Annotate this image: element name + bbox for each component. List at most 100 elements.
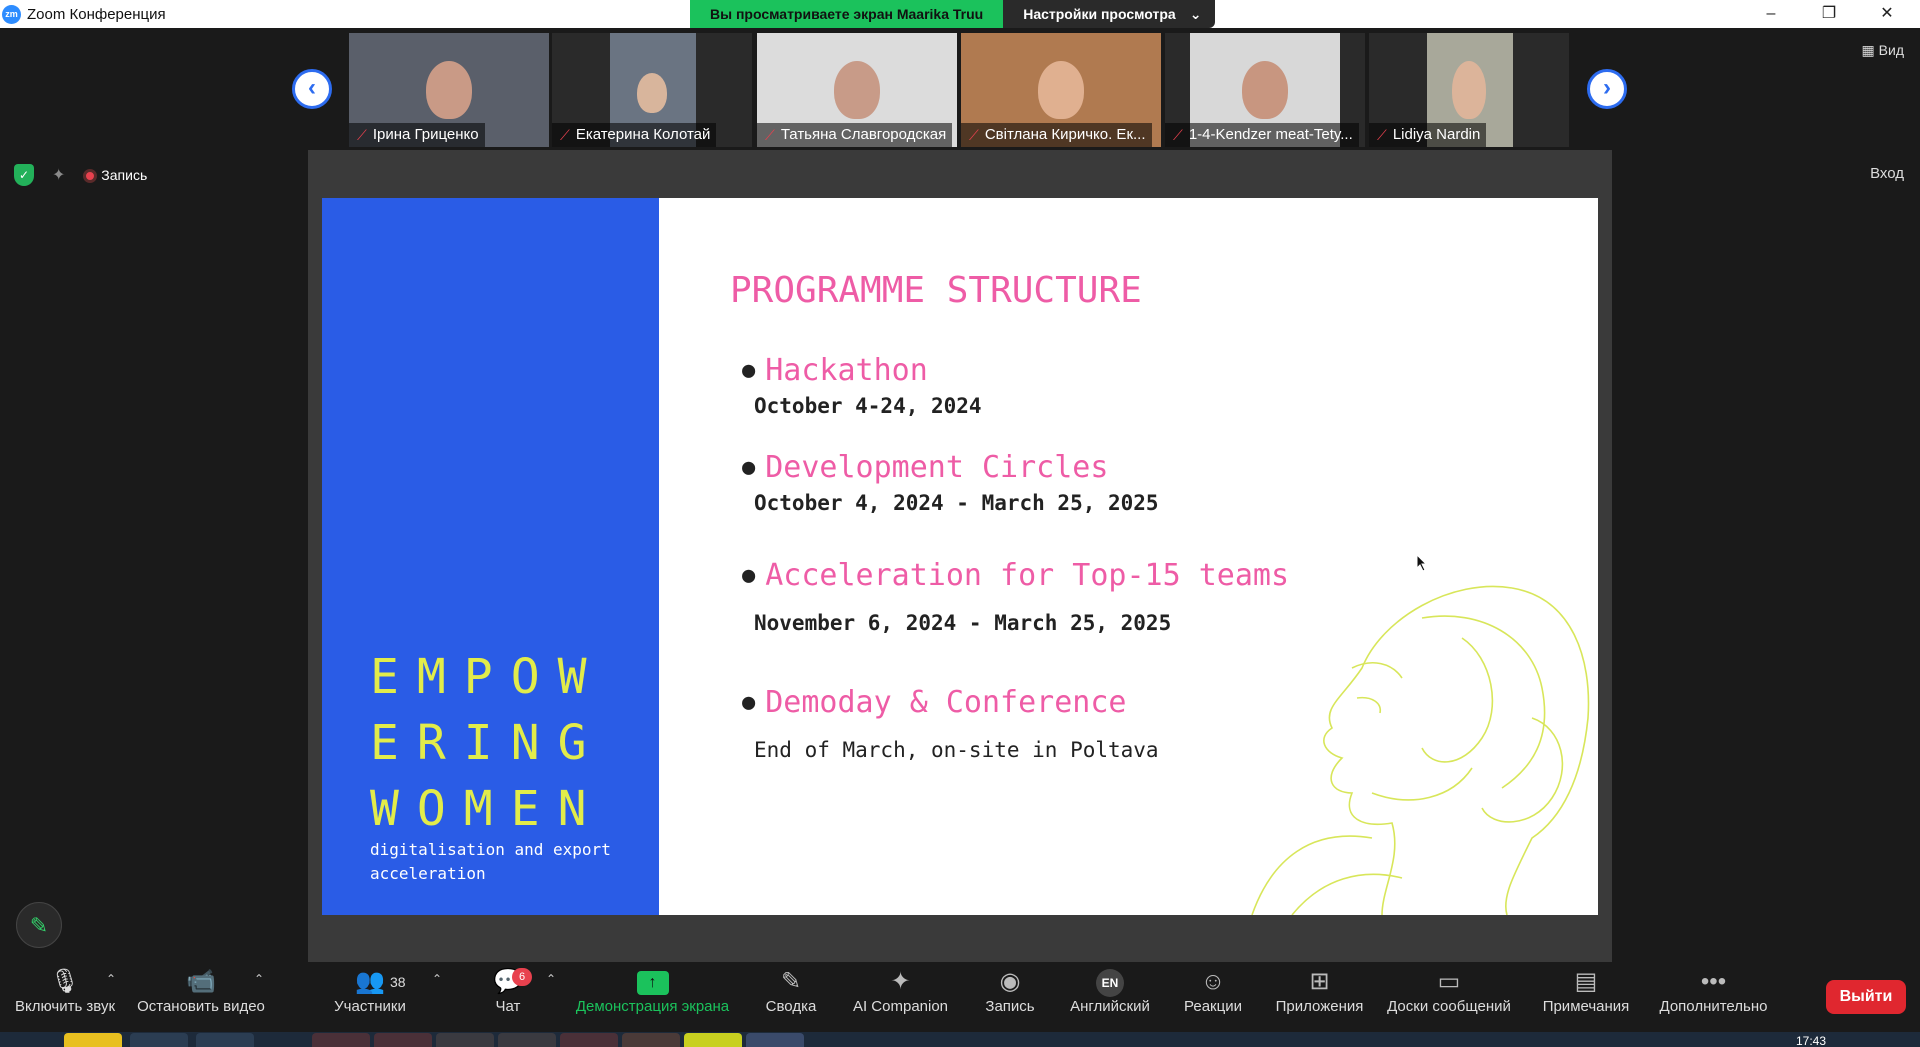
interpretation-language-button[interactable]: EN Английский: [1065, 962, 1155, 1032]
summary-button[interactable]: ✎ Сводка: [756, 962, 826, 1032]
view-options-button[interactable]: Настройки просмотра ⌄: [1003, 0, 1216, 28]
annotate-pen-button[interactable]: ✎: [16, 902, 62, 948]
smile-icon: ☺: [1200, 968, 1226, 995]
mic-muted-icon: ⟋: [765, 127, 775, 143]
record-dot-icon: [83, 169, 98, 184]
programme-item: ● Development Circles October 4, 2024 - M…: [742, 450, 1159, 515]
taskbar-app-icon[interactable]: [498, 1033, 556, 1047]
participant-tile[interactable]: ⟋ 1-4-Kendzer meat-Tety...: [1165, 33, 1365, 147]
enter-button[interactable]: Вход: [1870, 165, 1904, 182]
language-en-icon: EN: [1096, 968, 1124, 997]
record-button[interactable]: ◉ Запись: [975, 962, 1045, 1032]
participant-name: ⟋ Екатерина Колотай: [552, 123, 717, 147]
chevron-up-icon[interactable]: ⌃: [432, 972, 442, 986]
participant-name: ⟋ Lidiya Nardin: [1369, 123, 1487, 147]
grid-icon: ▦: [1861, 42, 1875, 58]
share-screen-icon: ↑: [636, 970, 669, 995]
taskbar-clock[interactable]: 17:43: [1796, 1034, 1826, 1047]
taskbar-app-icon[interactable]: [196, 1033, 254, 1047]
bullet-icon: ●: [742, 455, 756, 480]
programme-date: October 4-24, 2024: [754, 394, 982, 418]
taskbar-app-icon[interactable]: [622, 1033, 680, 1047]
share-banner: Вы просматриваете экран Maarika Truu Нас…: [690, 0, 1216, 28]
presentation-slide: EMPOW ERING WOMEN digitalisation and exp…: [322, 198, 1598, 915]
mic-muted-icon: ⟋: [1173, 127, 1183, 143]
programme-item: ● Demoday & Conference End of March, on-s…: [742, 685, 1159, 762]
participant-tile[interactable]: ⟋ Екатерина Колотай: [552, 33, 752, 147]
programme-item: ● Hackathon October 4-24, 2024: [742, 353, 982, 418]
reactions-button[interactable]: ☺ Реакции: [1178, 962, 1248, 1032]
title-bar: zm Zoom Конференция Вы просматриваете эк…: [0, 0, 1920, 28]
view-options-label: Настройки просмотра: [1023, 6, 1176, 22]
viewing-screen-label: Вы просматриваете экран Maarika Truu: [690, 0, 1004, 28]
zoom-window: zm Zoom Конференция Вы просматриваете эк…: [0, 0, 1920, 1047]
taskbar-app-icon[interactable]: [64, 1033, 122, 1047]
meeting-status-bar: ✓ ✦ Запись: [14, 164, 147, 186]
participant-name: ⟋ Світлана Киричко. Ек...: [961, 123, 1152, 147]
taskbar-app-icon[interactable]: [746, 1033, 804, 1047]
chevron-down-icon: ⌄: [1189, 6, 1202, 22]
participant-tile[interactable]: ⟋ Світлана Киричко. Ек...: [961, 33, 1161, 147]
notes-button[interactable]: ▤ Примечания: [1540, 962, 1632, 1032]
restore-button[interactable]: ❐: [1800, 0, 1858, 28]
chat-unread-badge: 6: [512, 968, 532, 986]
chevron-up-icon[interactable]: ⌃: [546, 972, 556, 986]
window-title: Zoom Конференция: [27, 6, 166, 23]
chevron-up-icon[interactable]: ⌃: [254, 972, 264, 986]
programme-date: October 4, 2024 - March 25, 2025: [754, 491, 1159, 515]
taskbar-app-icon[interactable]: [436, 1033, 494, 1047]
view-button[interactable]: ▦ Вид: [1862, 42, 1904, 59]
notes-icon: ▤: [1574, 968, 1598, 995]
os-taskbar: [0, 1032, 1920, 1047]
chevron-up-icon[interactable]: ⌃: [106, 972, 116, 986]
slide-title: PROGRAMME STRUCTURE: [730, 270, 1142, 311]
minimize-button[interactable]: –: [1742, 0, 1800, 28]
participant-tile[interactable]: ⟋ Ірина Гриценко: [349, 33, 549, 147]
ai-sparkle-icon: ✦: [890, 968, 911, 995]
more-button[interactable]: ••• Дополнительно: [1656, 962, 1771, 1032]
gallery-prev-button[interactable]: ‹: [292, 69, 332, 109]
stop-video-button[interactable]: 📹 Остановить видео ⌃: [136, 962, 266, 1032]
mic-off-icon: 🎙: [49, 968, 81, 995]
mic-muted-icon: ⟋: [560, 127, 570, 143]
woman-line-art: [1251, 585, 1590, 915]
participant-name: ⟋ 1-4-Kendzer meat-Tety...: [1165, 123, 1359, 147]
share-screen-button[interactable]: ↑ Демонстрация экрана: [570, 962, 735, 1032]
programme-date: November 6, 2024 - March 25, 2025: [754, 611, 1172, 635]
recording-indicator[interactable]: Запись: [83, 167, 147, 184]
close-button[interactable]: ✕: [1858, 0, 1916, 28]
taskbar-app-icon[interactable]: [312, 1033, 370, 1047]
taskbar-app-icon[interactable]: [130, 1033, 188, 1047]
more-dots-icon: •••: [1700, 968, 1727, 995]
whiteboard-icon: ▭: [1437, 968, 1461, 995]
participant-tile[interactable]: ⟋ Lidiya Nardin: [1369, 33, 1569, 147]
bullet-icon: ●: [742, 358, 756, 383]
programme-date: End of March, on-site in Poltava: [754, 738, 1159, 762]
participant-count: 38: [390, 974, 406, 990]
apps-button[interactable]: ⊞ Приложения: [1272, 962, 1367, 1032]
chat-button[interactable]: 💬 Чат 6 ⌃: [478, 962, 556, 1032]
unmute-button[interactable]: 🎙 Включить звук ⌃: [10, 962, 120, 1032]
ai-companion-button[interactable]: ✦ AI Companion: [848, 962, 953, 1032]
brand-panel: EMPOW ERING WOMEN digitalisation and exp…: [322, 198, 659, 915]
mic-muted-icon: ⟋: [1377, 127, 1387, 143]
taskbar-app-icon[interactable]: [374, 1033, 432, 1047]
meeting-toolbar: 🎙 Включить звук ⌃ 📹 Остановить видео ⌃ 👥…: [0, 962, 1920, 1032]
record-icon: ◉: [999, 968, 1021, 995]
taskbar-app-icon[interactable]: [560, 1033, 618, 1047]
participant-name: ⟋ Татьяна Славгородская: [757, 123, 953, 147]
sparkle-icon[interactable]: ✦: [52, 165, 65, 185]
camera-icon: 📹: [186, 968, 216, 995]
participants-button[interactable]: 👥 Участники 38 ⌃: [320, 962, 442, 1032]
brand-logo: EMPOW ERING WOMEN: [370, 649, 605, 837]
shield-icon[interactable]: ✓: [14, 164, 34, 186]
gallery-next-button[interactable]: ›: [1587, 69, 1627, 109]
whiteboards-button[interactable]: ▭ Доски сообщений: [1384, 962, 1514, 1032]
participant-name: ⟋ Ірина Гриценко: [349, 123, 485, 147]
mouse-cursor-icon: [1416, 554, 1428, 572]
apps-icon: ⊞: [1309, 968, 1330, 995]
leave-meeting-button[interactable]: Выйти: [1826, 980, 1906, 1014]
taskbar-app-icon[interactable]: [684, 1033, 742, 1047]
summary-icon: ✎: [780, 968, 802, 995]
participant-tile[interactable]: ⟋ Татьяна Славгородская: [757, 33, 957, 147]
